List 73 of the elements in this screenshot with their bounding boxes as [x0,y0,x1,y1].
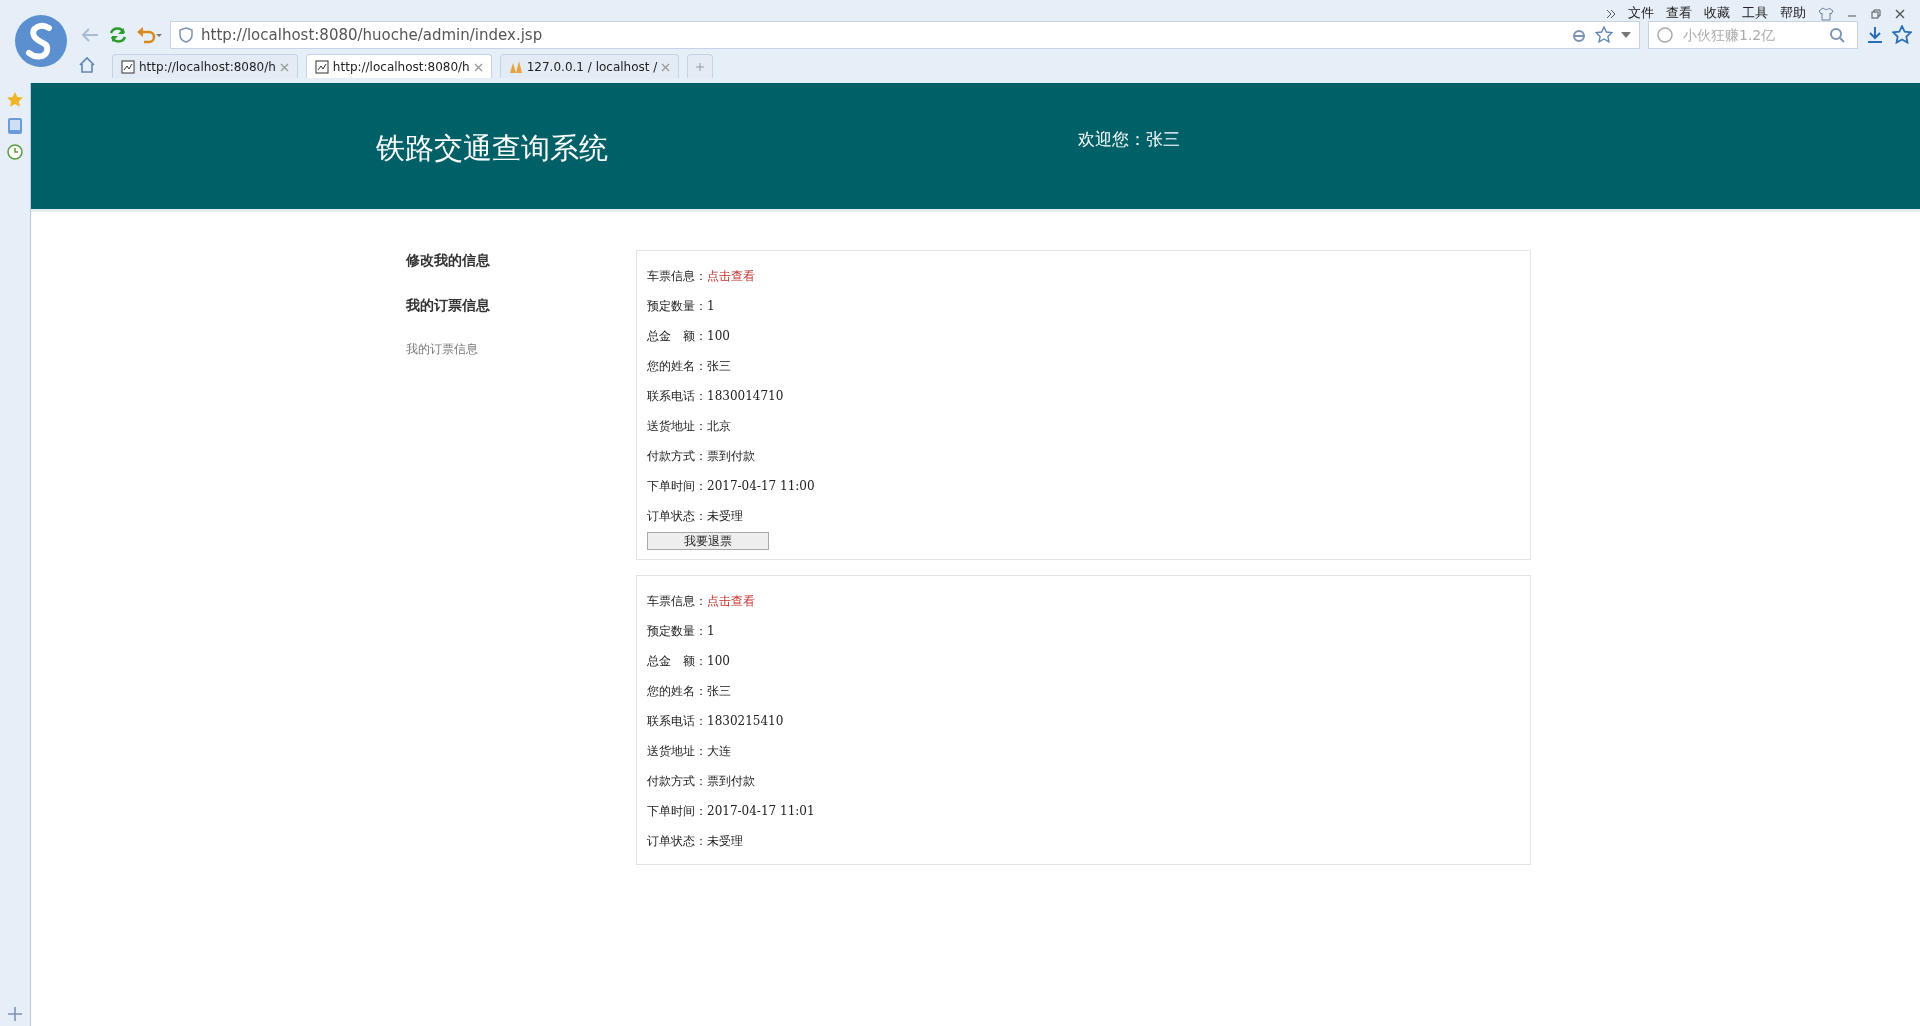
search-engine-icon [1657,27,1673,43]
add-icon[interactable] [7,1006,23,1022]
address-bar[interactable]: http://localhost:8080/huoche/admin/index.jsp [170,21,1640,49]
star-icon[interactable] [1595,26,1613,44]
field-value: 2017-04-17 11:01 [707,802,815,820]
field-label: 车票信息： [647,268,707,285]
star-icon[interactable] [1892,25,1912,45]
field-label: 车票信息： [647,592,707,610]
field-value: 张三 [707,682,731,700]
field-label: 订单状态： [647,832,707,850]
field-label: 付款方式： [647,448,707,465]
field-label: 预定数量： [647,298,707,315]
field-label: 您的姓名： [647,358,707,375]
field-label: 联系电话： [647,712,707,730]
chart-icon [121,59,135,74]
browser-logo [14,14,68,68]
home-icon[interactable] [78,56,96,74]
browser-engine-icon[interactable] [1571,27,1587,43]
browser-tab[interactable]: http://localhost:8080/h [305,54,492,78]
chart-icon [314,59,329,74]
field-value: 票到付款 [707,448,755,465]
field-value: 2017-04-17 11:00 [707,478,815,495]
menu-item[interactable]: 工具 [1736,3,1774,23]
menu-item[interactable]: 文件 [1622,3,1660,23]
caret-icon[interactable] [1621,32,1631,38]
field-label: 下单时间： [647,802,707,820]
download-icon[interactable] [1866,26,1884,44]
star-icon[interactable] [6,91,24,109]
close-icon[interactable] [473,62,483,72]
ticket-link[interactable]: 点击查看 [707,261,755,291]
field-value: 未受理 [707,508,743,525]
browser-tab[interactable]: 127.0.0.1 / localhost / [499,54,680,78]
field-value: 北京 [707,418,731,435]
field-value: 1830014710 [707,388,784,405]
field-value: 1830215410 [707,712,784,730]
menu-item[interactable]: 查看 [1660,3,1698,23]
field-value: 1 [707,298,715,315]
search-field[interactable]: 小伙狂赚1.2亿 [1648,21,1858,49]
shield-icon [179,27,193,43]
field-label: 总金 额： [647,652,707,670]
field-value: 票到付款 [707,772,755,790]
sidebar-heading[interactable]: 我的订票信息 [406,295,636,316]
menu-item[interactable]: 收藏 [1698,3,1736,23]
address-text: http://localhost:8080/huoche/admin/index.jsp [201,24,544,46]
field-label: 联系电话： [647,388,707,405]
field-value: 100 [707,328,730,345]
field-value: 张三 [707,358,731,375]
menu-item[interactable]: 帮助 [1774,3,1812,23]
clock-icon[interactable] [6,143,24,161]
field-value: 100 [707,652,730,670]
undo-icon[interactable] [136,26,162,44]
field-value: 1 [707,622,715,640]
field-label: 付款方式： [647,772,707,790]
field-label: 下单时间： [647,478,707,495]
ticket-link[interactable]: 点击查看 [707,585,755,616]
sidebar-heading[interactable]: 修改我的信息 [406,250,636,271]
field-value: 大连 [707,742,731,760]
field-label: 订单状态： [647,508,707,525]
sidebar-link[interactable]: 我的订票信息 [406,340,636,358]
field-label: 预定数量： [647,622,707,640]
field-label: 送货地址： [647,742,707,760]
browser-tab[interactable]: http://localhost:8080/h [112,54,298,78]
tablet-icon[interactable] [7,117,23,135]
welcome-text: 欢迎您：张三 [1078,128,1180,151]
field-label: 总金 额： [647,328,707,345]
refund-button[interactable]: 我要退票 [647,532,769,550]
field-label: 您的姓名： [647,682,707,700]
field-label: 送货地址： [647,418,707,435]
field-value: 未受理 [707,832,743,850]
back-arrow-icon[interactable] [80,27,100,43]
site-title: 铁路交通查询系统 [376,130,608,167]
refresh-icon[interactable] [108,25,128,45]
search-icon[interactable] [1829,27,1845,43]
